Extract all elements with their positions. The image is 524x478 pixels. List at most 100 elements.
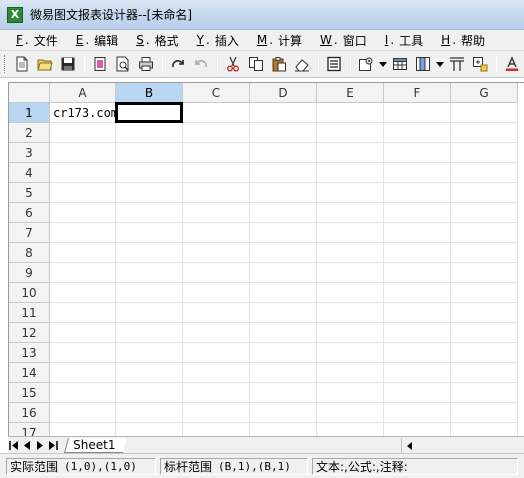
- toolbar-grip[interactable]: [4, 55, 7, 73]
- grid-cell[interactable]: [317, 263, 384, 283]
- grid-cell[interactable]: [384, 323, 451, 343]
- grid-cell[interactable]: [451, 263, 518, 283]
- grid-cell[interactable]: [384, 303, 451, 323]
- grid-cell[interactable]: [384, 243, 451, 263]
- spreadsheet-grid[interactable]: ABCDEFG 1 2 3 4 5 6 7 8 9 10 11 12 13 14 15 16 17 cr173.…: [8, 82, 524, 436]
- grid-cell[interactable]: [451, 343, 518, 363]
- chevron-down-icon[interactable]: [435, 54, 444, 75]
- grid-cell[interactable]: [384, 403, 451, 423]
- grid-cell[interactable]: [50, 403, 116, 423]
- grid-cell[interactable]: [317, 123, 384, 143]
- row-header-10[interactable]: 10: [9, 283, 50, 303]
- grid-cell[interactable]: [317, 383, 384, 403]
- eraser-icon[interactable]: [291, 54, 312, 75]
- grid-cell[interactable]: [317, 163, 384, 183]
- chevron-down-icon[interactable]: [378, 54, 387, 75]
- grid-cell[interactable]: [384, 423, 451, 436]
- row-header-14[interactable]: 14: [9, 363, 50, 383]
- grid-cell[interactable]: [384, 263, 451, 283]
- grid-cell[interactable]: [116, 383, 183, 403]
- row-header-16[interactable]: 16: [9, 403, 50, 423]
- row-header-1[interactable]: 1: [9, 103, 50, 123]
- grid-cell[interactable]: cr173.com: [50, 103, 118, 123]
- grid-cell[interactable]: [116, 243, 183, 263]
- grid-cell[interactable]: [250, 283, 317, 303]
- grid-cell[interactable]: [384, 363, 451, 383]
- grid-cell[interactable]: [183, 223, 250, 243]
- grid-cell[interactable]: [317, 183, 384, 203]
- grid-cell[interactable]: [50, 223, 116, 243]
- menu-format[interactable]: S. 格式: [130, 31, 184, 50]
- grid-cell[interactable]: [116, 363, 183, 383]
- column-header-e[interactable]: E: [317, 83, 384, 103]
- row-header-2[interactable]: 2: [9, 123, 50, 143]
- row-header-4[interactable]: 4: [9, 163, 50, 183]
- row-header-5[interactable]: 5: [9, 183, 50, 203]
- grid-cell[interactable]: [183, 263, 250, 283]
- grid-cell[interactable]: [317, 243, 384, 263]
- grid-cell[interactable]: [183, 183, 250, 203]
- grid-cell[interactable]: [116, 303, 183, 323]
- menu-file[interactable]: F. 文件: [10, 31, 64, 50]
- table-icon[interactable]: [389, 54, 410, 75]
- grid-cell[interactable]: [116, 423, 183, 436]
- row-header-7[interactable]: 7: [9, 223, 50, 243]
- grid-cell[interactable]: [384, 123, 451, 143]
- menu-help[interactable]: H. 帮助: [435, 31, 491, 50]
- select-all-corner[interactable]: [9, 83, 50, 103]
- new-file-icon[interactable]: [11, 54, 32, 75]
- settings-icon[interactable]: [355, 54, 376, 75]
- grid-cell[interactable]: [250, 123, 317, 143]
- grid-cell[interactable]: [451, 283, 518, 303]
- grid-cell[interactable]: [451, 303, 518, 323]
- page-setup-icon[interactable]: [89, 54, 110, 75]
- grid-cell[interactable]: [317, 363, 384, 383]
- grid-cell[interactable]: [183, 123, 250, 143]
- open-folder-icon[interactable]: [34, 54, 55, 75]
- grid-cell[interactable]: [50, 163, 116, 183]
- grid-cell[interactable]: [50, 203, 116, 223]
- menu-insert[interactable]: Y. 插入: [191, 31, 245, 50]
- horizontal-scrollbar[interactable]: [401, 438, 524, 453]
- grid-cell[interactable]: [50, 323, 116, 343]
- selected-cell[interactable]: [115, 102, 183, 123]
- column-header-d[interactable]: D: [250, 83, 317, 103]
- grid-cell[interactable]: [50, 343, 116, 363]
- grid-cell[interactable]: [250, 163, 317, 183]
- column-icon[interactable]: [412, 54, 433, 75]
- grid-cell[interactable]: [183, 403, 250, 423]
- redo-icon[interactable]: [167, 54, 188, 75]
- grid-cell[interactable]: [451, 163, 518, 183]
- grid-cell[interactable]: [250, 183, 317, 203]
- grid-cell[interactable]: [250, 343, 317, 363]
- grid-cell[interactable]: [384, 203, 451, 223]
- grid-cell[interactable]: [250, 243, 317, 263]
- grid-cell[interactable]: [50, 143, 116, 163]
- row-header-8[interactable]: 8: [9, 243, 50, 263]
- paste-icon[interactable]: [268, 54, 289, 75]
- grid-cell[interactable]: [451, 323, 518, 343]
- grid-cell[interactable]: [451, 143, 518, 163]
- grid-cell[interactable]: [116, 143, 183, 163]
- grid-cell[interactable]: [116, 183, 183, 203]
- print-icon[interactable]: [135, 54, 156, 75]
- row-header-3[interactable]: 3: [9, 143, 50, 163]
- spreadsheet-app-icon[interactable]: X: [7, 6, 23, 23]
- grid-cell[interactable]: [317, 343, 384, 363]
- print-preview-icon[interactable]: [112, 54, 133, 75]
- row-header-17[interactable]: 17: [9, 423, 50, 436]
- grid-cell[interactable]: [250, 403, 317, 423]
- next-sheet-icon[interactable]: [34, 438, 46, 453]
- properties-icon[interactable]: [323, 54, 344, 75]
- grid-cell[interactable]: [384, 163, 451, 183]
- save-icon[interactable]: [57, 54, 78, 75]
- grid-cell[interactable]: [50, 123, 116, 143]
- copy-icon[interactable]: [245, 54, 266, 75]
- grid-cell[interactable]: [183, 143, 250, 163]
- grid-cell[interactable]: [250, 103, 317, 123]
- grid-cell[interactable]: [116, 323, 183, 343]
- grid-cell[interactable]: [50, 363, 116, 383]
- grid-cell[interactable]: [451, 403, 518, 423]
- grid-cell[interactable]: [250, 203, 317, 223]
- title-bar[interactable]: X 微易图文报表设计器--[未命名]: [0, 0, 524, 30]
